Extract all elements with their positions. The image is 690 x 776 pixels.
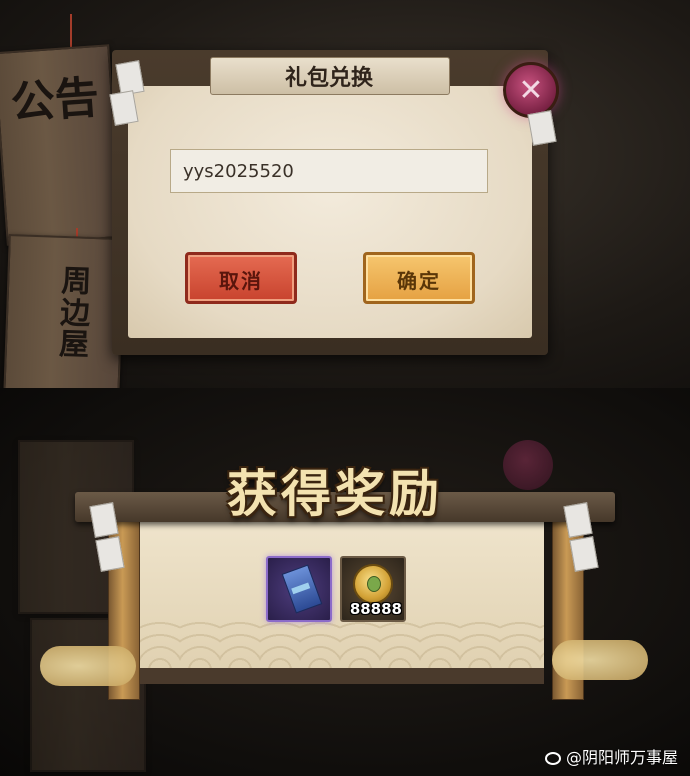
notice-board[interactable]: 公告 (0, 44, 123, 246)
reward-screen: 获得奖励 88888 @阴阳师万事屋 (0, 388, 690, 776)
weibo-icon (544, 752, 561, 765)
weibo-watermark: @阴阳师万事屋 (544, 744, 678, 768)
wave-pattern (140, 620, 544, 670)
cancel-button[interactable]: 取消 (185, 252, 297, 304)
paper-charm-icon (527, 110, 557, 146)
gift-code-screen: 公告 周边屋 礼包兑换 取消 确定 ✕ (0, 0, 690, 388)
cloud-ornament-icon (40, 646, 136, 686)
ticket-icon (281, 564, 323, 614)
shop-board[interactable]: 周边屋 (3, 234, 125, 388)
cloud-ornament-icon (552, 640, 648, 680)
confirm-button[interactable]: 确定 (363, 252, 475, 304)
dialog-title: 礼包兑换 (284, 65, 373, 91)
coin-icon (353, 564, 393, 604)
reward-item-quantity: 88888 (349, 600, 402, 618)
gift-code-input[interactable] (170, 149, 488, 193)
reward-title: 获得奖励 (227, 464, 443, 523)
paper-charm-icon (569, 536, 599, 572)
reward-bottom-beam (140, 668, 544, 684)
reward-item-coin[interactable]: 88888 (340, 556, 406, 622)
close-icon (503, 440, 553, 490)
notice-board-label: 公告 (9, 72, 101, 130)
watermark-text: @阴阳师万事屋 (565, 748, 678, 767)
close-icon: ✕ (518, 73, 544, 108)
reward-item-ticket[interactable] (266, 556, 332, 622)
shop-board-label: 周边屋 (58, 263, 92, 363)
